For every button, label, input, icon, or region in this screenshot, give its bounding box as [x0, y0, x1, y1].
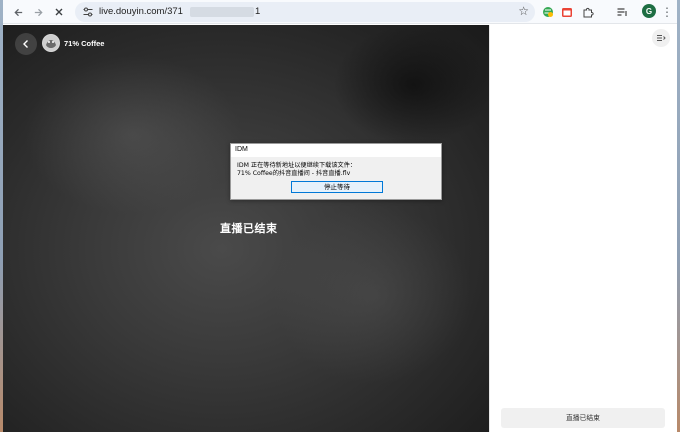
back-button[interactable] [15, 33, 37, 55]
idm-dialog-title: IDM [231, 144, 441, 157]
back-arrow-icon[interactable] [9, 3, 27, 21]
stop-waiting-button[interactable]: 停止等待 [291, 181, 383, 193]
stop-loading-icon[interactable] [50, 3, 68, 21]
forward-arrow-icon[interactable] [29, 3, 47, 21]
stream-ended-bar: 直播已结束 [501, 408, 665, 428]
stream-ended-text: 直播已结束 [220, 222, 278, 235]
idm-message-line-2: 71% Coffee的抖音直播间 - 抖音直播.flv [237, 170, 351, 177]
extensions-puzzle-icon[interactable] [581, 5, 595, 19]
video-blur-highlight [23, 55, 243, 215]
profile-avatar[interactable]: G [642, 4, 656, 18]
streamer-avatar[interactable] [42, 34, 60, 52]
extension-globe-icon[interactable] [541, 5, 555, 19]
chevron-left-icon [23, 40, 28, 48]
extension-calendar-icon[interactable] [560, 5, 574, 19]
video-blur-shadow [333, 25, 489, 145]
idm-dialog-message: IDM 正在等待新地址以便继续下载该文件： 71% Coffee的抖音直播间 -… [237, 162, 437, 178]
reading-list-icon[interactable] [615, 5, 629, 19]
address-bar[interactable]: live.douyin.com/371 1 ☆ [75, 2, 535, 22]
browser-menu-icon[interactable]: ⋮ [660, 3, 674, 21]
video-blur-highlight [273, 205, 473, 385]
url-text-tail: 1 [255, 6, 261, 17]
browser-window: live.douyin.com/371 1 ☆ G ⋮ 71% Coffee 直… [3, 0, 677, 432]
collapse-arrow-icon [657, 35, 666, 41]
live-video-area: 71% Coffee 直播已结束 [3, 25, 489, 432]
site-settings-icon[interactable] [82, 6, 94, 18]
bookmark-star-icon[interactable]: ☆ [518, 4, 529, 18]
chat-sidebar: 直播已结束 [489, 25, 677, 432]
idm-message-line-1: IDM 正在等待新地址以便继续下载该文件： [237, 162, 357, 169]
browser-toolbar: live.douyin.com/371 1 ☆ G ⋮ [3, 0, 677, 24]
streamer-name[interactable]: 71% Coffee [64, 39, 104, 48]
collapse-sidebar-button[interactable] [652, 29, 670, 47]
url-text: live.douyin.com/371 [99, 6, 183, 17]
url-redaction [190, 7, 254, 17]
idm-dialog: IDM IDM 正在等待新地址以便继续下载该文件： 71% Coffee的抖音直… [230, 143, 442, 200]
